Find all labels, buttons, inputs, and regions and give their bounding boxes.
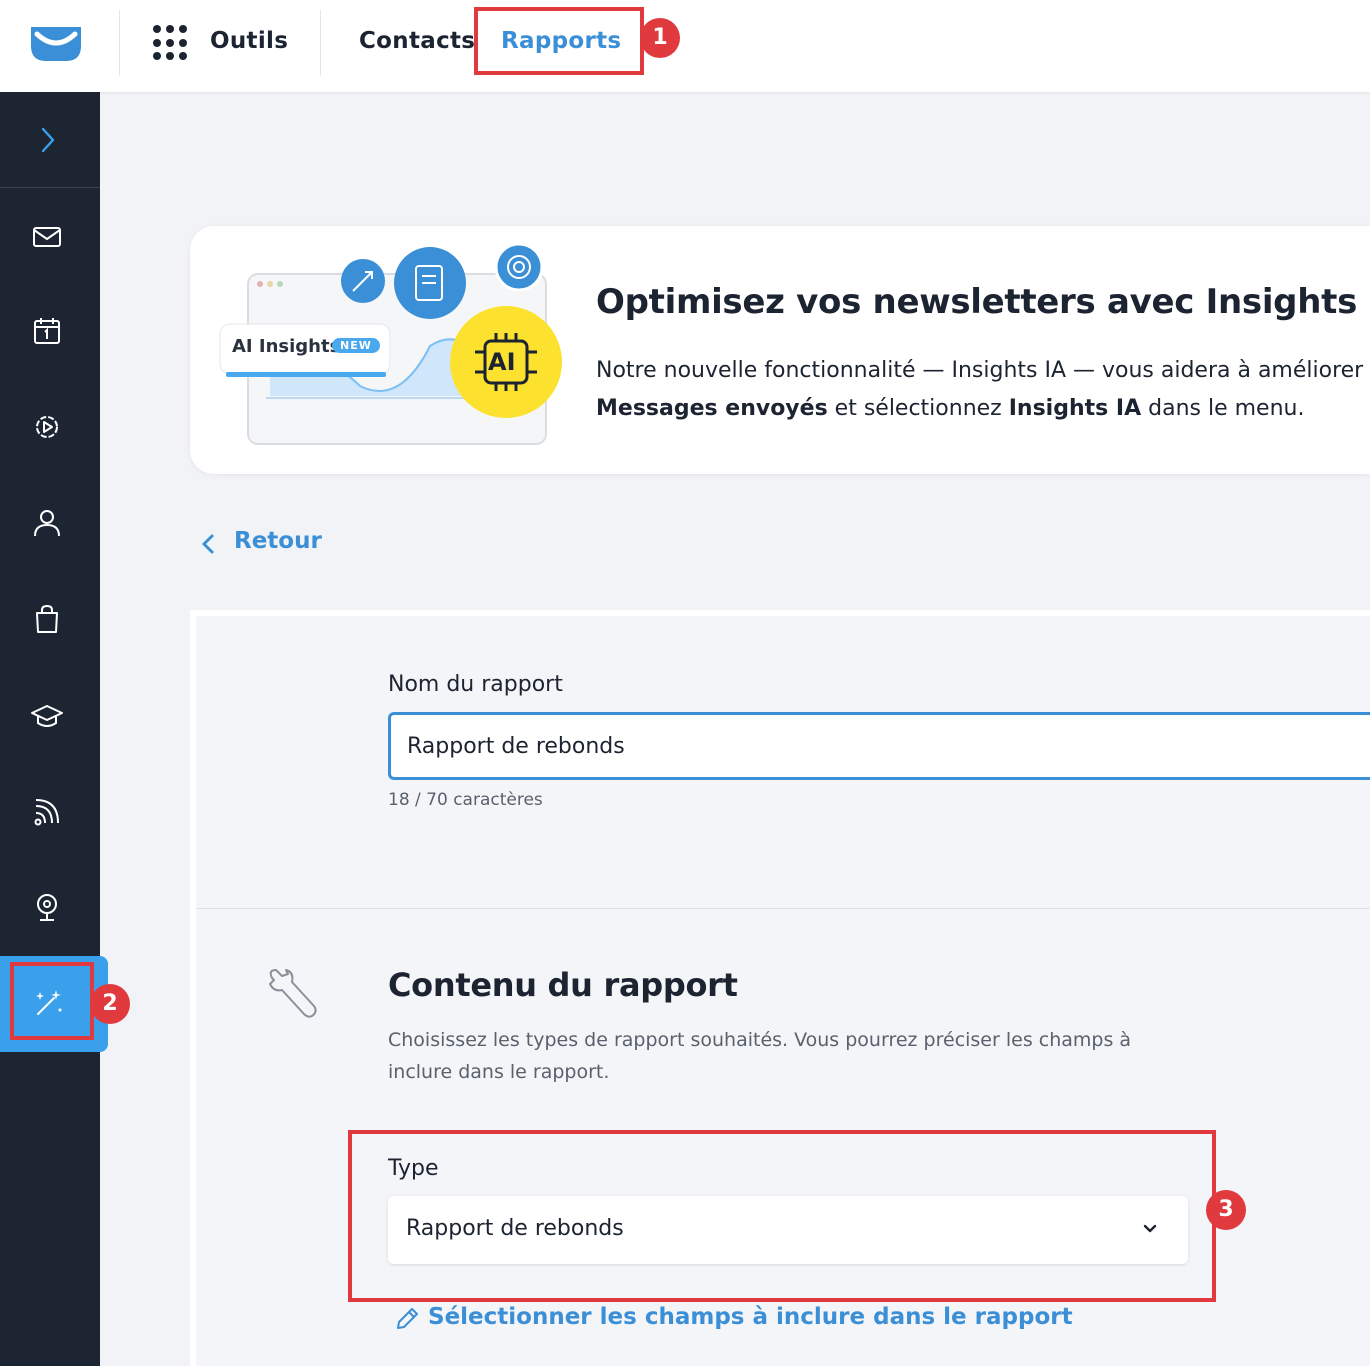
nav-divider	[119, 10, 120, 76]
top-navigation-bar: Outils Contacts Rapports	[0, 0, 1370, 92]
banner-description-line1: Notre nouvelle fonctionnalité — Insights…	[596, 358, 1364, 383]
banner-title: Optimisez vos newsletters avec Insights …	[596, 282, 1370, 322]
graduation-cap-icon[interactable]	[30, 700, 64, 734]
step-marker-3: 3	[1206, 1190, 1246, 1230]
pencil-icon	[397, 1308, 418, 1329]
section-divider	[196, 908, 1370, 909]
banner-description: Notre nouvelle fonctionnalité — Insights…	[596, 352, 1370, 428]
contacts-menu[interactable]: Contacts	[359, 28, 475, 54]
tools-menu[interactable]: Outils	[210, 28, 288, 54]
insights-ia-text: Insights IA	[1008, 396, 1142, 421]
ai-insights-badge-label: AI Insights	[232, 336, 341, 357]
report-content-description: Choisissez les types de rapport souhaité…	[388, 1029, 1132, 1083]
rss-feed-icon[interactable]	[30, 796, 64, 830]
sidebar	[0, 92, 108, 1366]
back-label: Retour	[234, 528, 322, 554]
email-icon[interactable]	[30, 220, 64, 254]
report-name-input[interactable]	[388, 712, 1370, 780]
getresponse-logo-icon[interactable]	[28, 24, 84, 64]
reports-highlight-box	[474, 7, 644, 75]
automation-gear-icon[interactable]	[30, 410, 64, 444]
sent-messages-text: Messages envoyés	[596, 396, 828, 421]
ai-chip-label: AI	[488, 348, 516, 376]
select-fields-label: Sélectionner les champs à inclure dans l…	[428, 1304, 1073, 1330]
step-marker-2: 2	[90, 984, 130, 1024]
wrench-icon	[269, 969, 317, 1018]
character-counter: 18 / 70 caractères	[388, 790, 543, 810]
chevron-right-icon	[41, 127, 55, 153]
contacts-person-icon[interactable]	[30, 506, 64, 540]
tools-highlight-box	[10, 962, 94, 1040]
calendar-icon[interactable]	[30, 314, 64, 348]
report-content-title: Contenu du rapport	[388, 966, 738, 1004]
webinar-camera-icon[interactable]	[30, 890, 64, 924]
banner-text-mid: et sélectionnez	[827, 396, 1009, 421]
shopping-bag-icon[interactable]	[30, 602, 64, 636]
nav-divider	[320, 10, 321, 76]
chevron-left-icon	[202, 534, 214, 554]
type-highlight-box	[348, 1130, 1216, 1302]
apps-grid-icon[interactable]	[153, 25, 189, 61]
step-marker-1: 1	[640, 18, 680, 58]
report-name-label: Nom du rapport	[388, 672, 563, 697]
sidebar-expand-toggle[interactable]	[0, 92, 100, 188]
banner-text-end: dans le menu.	[1141, 396, 1305, 421]
new-badge: NEW	[332, 338, 380, 353]
banner-description-line2: Messages envoyés et sélectionnez Insight…	[596, 390, 1370, 428]
